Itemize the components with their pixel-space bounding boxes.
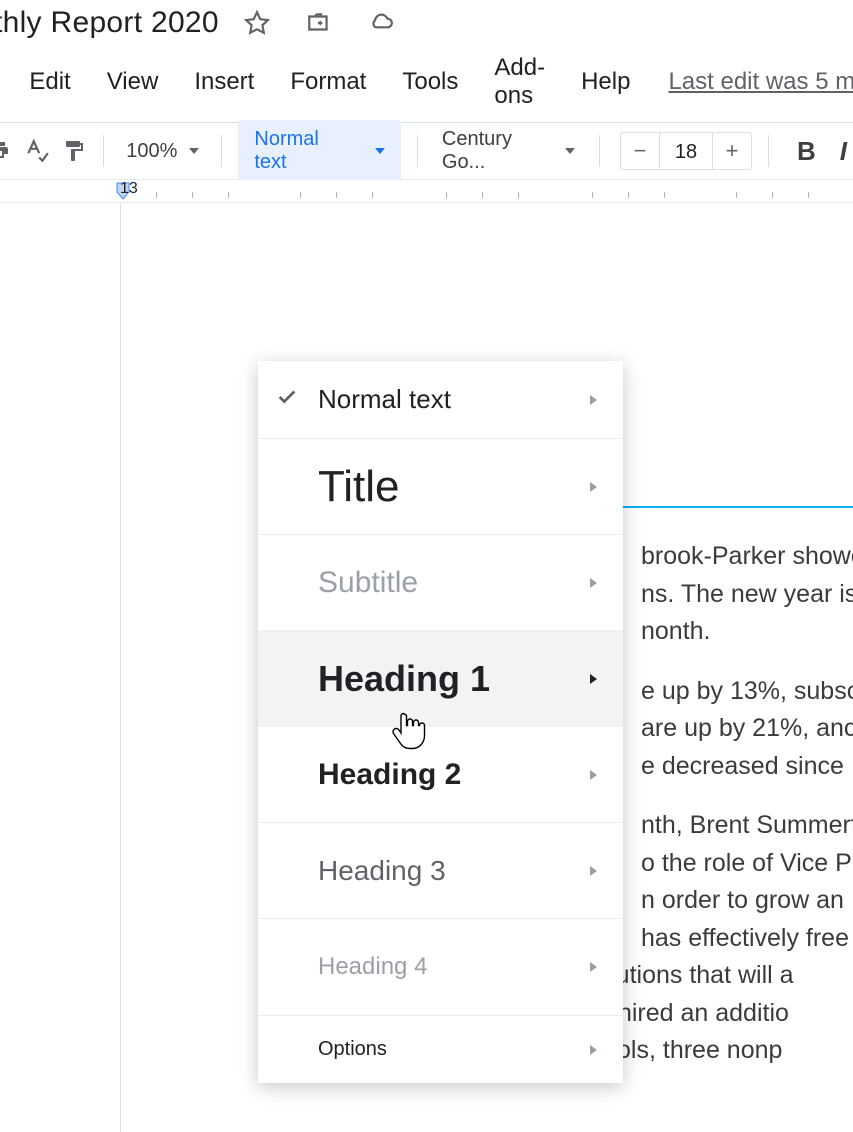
chevron-right-icon <box>590 578 597 588</box>
style-label: Heading 1 <box>318 658 583 700</box>
toolbar-separator <box>768 135 769 167</box>
chevron-right-icon <box>590 770 597 780</box>
chevron-right-icon <box>590 395 597 405</box>
style-title[interactable]: Title <box>258 439 623 535</box>
toolbar-separator <box>221 135 222 167</box>
font-size-decrease-button[interactable]: − <box>621 132 659 170</box>
chevron-right-icon <box>590 962 597 972</box>
paragraph-styles-dropdown[interactable]: Normal text <box>238 120 401 182</box>
menu-format[interactable]: Format <box>272 68 384 96</box>
menu-tools[interactable]: Tools <box>384 68 476 96</box>
style-label: Heading 4 <box>318 953 583 981</box>
style-label: Normal text <box>318 384 583 415</box>
style-heading-4[interactable]: Heading 4 <box>258 919 623 1015</box>
menu-addons[interactable]: Add-ons <box>476 54 563 110</box>
chevron-right-icon <box>590 674 597 684</box>
ruler-number: 3 <box>129 180 138 202</box>
font-size-group: − 18 + <box>620 132 752 170</box>
menu-help[interactable]: Help <box>563 68 648 96</box>
style-label: Subtitle <box>318 566 583 600</box>
toolbar-separator <box>417 135 418 167</box>
chevron-right-icon <box>590 482 597 492</box>
menu-file[interactable]: e <box>0 68 11 96</box>
menu-insert[interactable]: Insert <box>176 68 272 96</box>
menu-view[interactable]: View <box>89 68 177 96</box>
star-icon[interactable] <box>237 10 277 36</box>
toolbar-separator <box>599 135 600 167</box>
font-size-input[interactable]: 18 <box>659 133 713 169</box>
font-family-dropdown[interactable]: Century Go... <box>428 128 589 174</box>
chevron-down-icon <box>189 148 199 154</box>
style-options[interactable]: Options <box>258 1015 623 1083</box>
font-size-increase-button[interactable]: + <box>713 132 751 170</box>
font-family-label: Century Go... <box>442 128 553 174</box>
check-icon <box>276 386 298 414</box>
style-heading-3[interactable]: Heading 3 <box>258 823 623 919</box>
spellcheck-icon[interactable] <box>18 138 56 164</box>
cloud-icon[interactable] <box>361 10 401 36</box>
zoom-value: 100% <box>126 140 177 163</box>
document-title[interactable]: onthly Report 2020 <box>0 6 219 40</box>
chevron-down-icon <box>565 148 575 154</box>
print-icon[interactable] <box>0 139 18 163</box>
chevron-down-icon <box>375 148 385 154</box>
zoom-dropdown[interactable]: 100% <box>114 140 211 163</box>
italic-button[interactable]: I <box>834 136 853 167</box>
styles-label: Normal text <box>254 128 349 174</box>
ruler-number: 1 <box>120 180 129 202</box>
last-edit-link[interactable]: Last edit was 5 minute <box>668 68 853 96</box>
style-heading-1[interactable]: Heading 1 <box>258 631 623 727</box>
chevron-right-icon <box>590 866 597 876</box>
menu-edit[interactable]: Edit <box>11 68 88 96</box>
style-label: Title <box>318 462 583 512</box>
style-normal-text[interactable]: Normal text <box>258 361 623 439</box>
ruler[interactable]: 1 3 <box>0 180 853 203</box>
bold-button[interactable]: B <box>779 136 834 167</box>
style-subtitle[interactable]: Subtitle <box>258 535 623 631</box>
paint-format-icon[interactable] <box>56 139 94 163</box>
style-label: Heading 2 <box>318 758 583 792</box>
style-heading-2[interactable]: Heading 2 <box>258 727 623 823</box>
style-label: Options <box>318 1038 583 1061</box>
chevron-right-icon <box>590 1045 597 1055</box>
move-icon[interactable] <box>299 10 339 36</box>
toolbar-separator <box>103 135 104 167</box>
paragraph-styles-menu: Normal text Title Subtitle Heading 1 Hea… <box>258 361 623 1083</box>
style-label: Heading 3 <box>318 855 583 887</box>
